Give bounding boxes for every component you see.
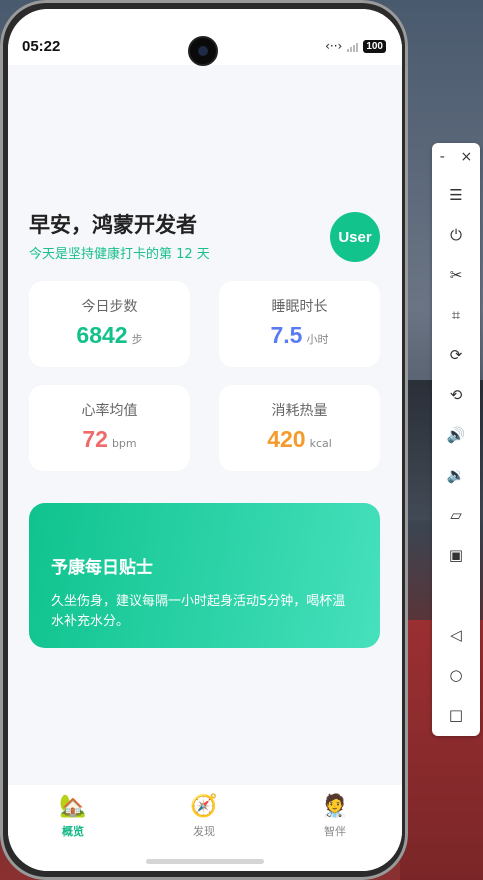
volume-up-icon[interactable]: 🔊 [444,423,468,447]
stat-value: 72 [82,426,108,452]
status-time: 05:22 [22,38,61,55]
stat-unit: bpm [111,437,137,450]
daily-tip-card[interactable]: 予康每日贴士 久坐伤身，建议每隔一小时起身活动5分钟，喝杯温水补充水分。 [29,503,380,648]
home-icon[interactable]: ○ [444,663,468,687]
greeting-subtitle: 今天是坚持健康打卡的第 12 天 [29,247,210,262]
recent-icon[interactable]: □ [444,703,468,727]
close-button[interactable]: × [460,149,472,165]
front-camera [188,36,218,66]
stat-unit: kcal [309,437,332,450]
screenshot-icon[interactable]: ✂ [444,263,468,287]
stat-card-calories[interactable]: 消耗热量 420 kcal [219,385,380,471]
status-icons: ‹··› 100 [325,39,386,53]
tip-title: 予康每日贴士 [51,558,153,578]
power-icon[interactable]: ⏻ [444,223,468,247]
emulator-side-toolbar: - × ☰ ⏻ ✂ ⌗ ⟳ ⟲ 🔊 🔉 ▱ ▣ ◁ ○ □ [432,143,480,736]
stat-value: 6842 [76,322,128,348]
battery-icon: 100 [363,39,386,53]
stat-card-heart-rate[interactable]: 心率均值 72 bpm [29,385,190,471]
greeting-title: 早安，鸿蒙开发者 [29,213,197,237]
stat-card-sleep[interactable]: 睡眠时长 7.5 小时 [219,281,380,367]
stat-label: 今日步数 [81,299,138,315]
rotate-icon[interactable]: ⟳ [444,343,468,367]
rotate-alt-icon[interactable]: ⟲ [444,383,468,407]
menu-icon[interactable]: ☰ [444,183,468,207]
house-icon: 🏡 [59,794,87,819]
tip-body: 久坐伤身，建议每隔一小时起身活动5分钟，喝杯温水补充水分。 [51,594,346,629]
signal-icon [347,40,359,52]
tab-label: 发现 [193,825,215,838]
stat-unit: 小时 [306,333,329,346]
stat-value: 420 [267,426,306,452]
status-bar: 05:22 ‹··› 100 [8,9,402,66]
data-transfer-icon: ‹··› [325,39,343,53]
phone-screen: 05:22 ‹··› 100 早安，鸿蒙开发者 今天是坚持健康打卡的第 12 天… [8,9,402,871]
stat-label: 睡眠时长 [271,299,328,315]
doctor-icon: 🧑‍⚕️ [321,794,349,819]
minimize-button[interactable]: - [440,149,445,165]
tab-companion[interactable]: 🧑‍⚕️ 智伴 [295,793,375,839]
stat-unit: 步 [131,333,143,346]
tab-label: 概览 [62,825,84,838]
home-indicator[interactable] [146,859,264,864]
fold-icon[interactable]: ▱ [444,503,468,527]
crop-icon[interactable]: ⌗ [444,303,468,327]
phone-frame: 05:22 ‹··› 100 早安，鸿蒙开发者 今天是坚持健康打卡的第 12 天… [0,0,408,880]
stat-label: 心率均值 [81,403,138,419]
tab-overview[interactable]: 🏡 概览 [33,793,113,839]
multi-screen-icon[interactable]: ▣ [444,543,468,567]
tab-label: 智伴 [324,825,346,838]
back-icon[interactable]: ◁ [444,623,468,647]
stat-card-steps[interactable]: 今日步数 6842 步 [29,281,190,367]
avatar[interactable]: User [330,212,380,262]
volume-down-icon[interactable]: 🔉 [444,463,468,487]
stat-value: 7.5 [270,322,303,348]
compass-icon: 🧭 [190,794,218,819]
stat-label: 消耗热量 [271,403,328,419]
tab-discover[interactable]: 🧭 发现 [164,793,244,839]
